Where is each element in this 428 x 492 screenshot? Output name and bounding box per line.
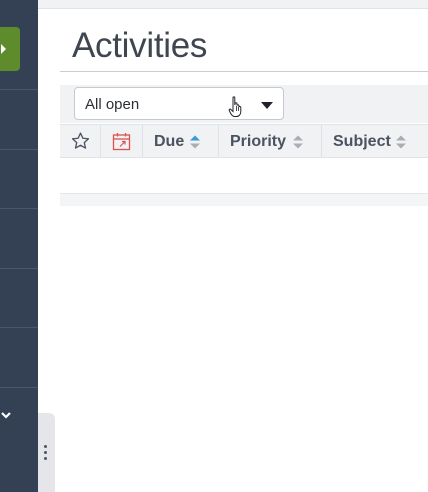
column-header-star[interactable] [60, 125, 101, 157]
table-header: Due Priority Subject [60, 124, 428, 158]
table-footer-row [60, 193, 428, 206]
title-divider [60, 71, 428, 72]
hand-cursor-icon [228, 96, 242, 117]
chevron-down-icon[interactable] [0, 408, 14, 424]
sort-icon [293, 135, 303, 149]
star-icon [71, 132, 90, 149]
column-label-due: Due [154, 133, 185, 150]
top-strip [38, 0, 428, 9]
filter-select-value: All open [85, 96, 140, 113]
sidebar-divider [0, 268, 38, 269]
column-header-calendar[interactable] [101, 125, 143, 157]
sidebar-divider [0, 149, 38, 150]
sidebar-divider [0, 89, 38, 90]
dropdown-caret-icon [261, 102, 273, 109]
calendar-icon [112, 133, 131, 151]
column-label-subject: Subject [333, 133, 391, 150]
column-header-due[interactable]: Due [143, 125, 219, 157]
sidebar [0, 0, 38, 492]
sort-icon [396, 135, 406, 149]
column-header-subject[interactable]: Subject [322, 125, 428, 157]
drag-dots-icon [44, 445, 48, 463]
column-header-priority[interactable]: Priority [219, 125, 322, 157]
filter-select[interactable]: All open [74, 87, 284, 120]
sidebar-resize-handle[interactable] [38, 413, 55, 492]
sidebar-divider [0, 387, 38, 388]
sidebar-divider [0, 208, 38, 209]
sidebar-divider [0, 327, 38, 328]
column-label-priority: Priority [230, 133, 287, 150]
caret-right-icon [1, 44, 6, 54]
sort-icon [190, 135, 200, 149]
sidebar-expand-button[interactable] [0, 27, 20, 71]
page-title: Activities [72, 26, 208, 65]
